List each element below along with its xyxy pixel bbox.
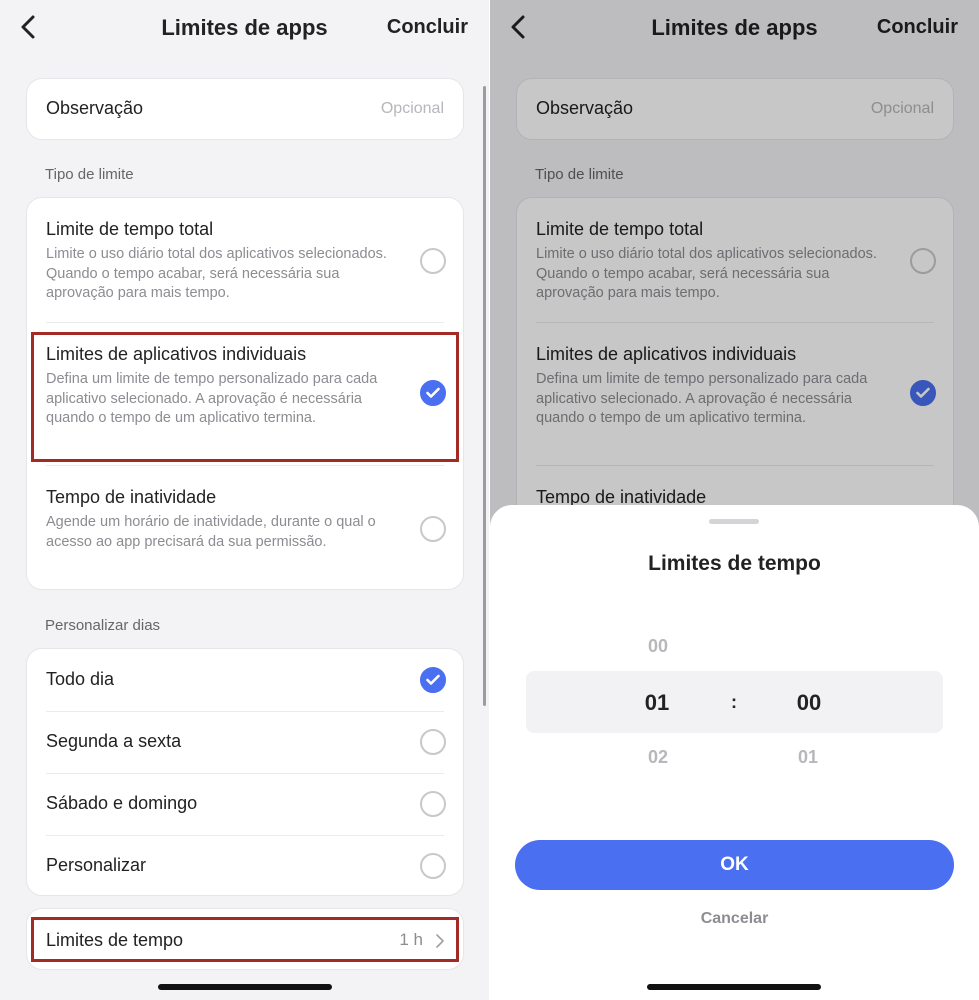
note-label: Observação (46, 98, 144, 118)
option-description: Limite o uso diário total dos aplicativo… (46, 246, 387, 301)
days-card: Todo dia Segunda a sexta Sábado e doming… (26, 648, 464, 896)
day-option-weekend[interactable]: Sábado e domingo (27, 773, 465, 835)
radio-unchecked-icon[interactable] (420, 729, 446, 755)
option-downtime[interactable]: Tempo de inatividade Agende um horário d… (27, 466, 465, 590)
home-indicator (158, 984, 332, 990)
day-label: Todo dia (46, 669, 115, 689)
limit-type-section-label: Tipo de limite (45, 166, 134, 183)
cancel-button[interactable]: Cancelar (490, 910, 979, 928)
radio-checked-icon[interactable] (420, 667, 446, 693)
sheet-title: Limites de tempo (648, 552, 821, 575)
time-limits-sheet: Limites de tempo 00 01 02 : 00 01 OK Can… (490, 505, 979, 1000)
left-screen: Limites de apps Concluir Observação Opci… (0, 0, 489, 1000)
option-title: Limite de tempo total (46, 219, 214, 239)
hour-selected[interactable]: 01 (627, 690, 687, 716)
right-screen: Limites de apps Concluir Observação Opci… (490, 0, 979, 1000)
day-label: Personalizar (46, 855, 147, 875)
time-separator: : (731, 692, 737, 712)
nav-header: Limites de apps Concluir (0, 0, 489, 56)
note-placeholder: Opcional (380, 100, 444, 117)
day-option-every-day[interactable]: Todo dia (27, 649, 465, 711)
ok-button[interactable]: OK (515, 840, 954, 890)
day-label: Sábado e domingo (46, 793, 198, 813)
day-label: Segunda a sexta (46, 731, 182, 751)
radio-unchecked-icon[interactable] (420, 791, 446, 817)
day-option-custom[interactable]: Personalizar (27, 835, 465, 897)
highlight-box (31, 917, 459, 962)
home-indicator (647, 984, 821, 990)
option-title: Tempo de inatividade (46, 487, 217, 507)
hour-above[interactable]: 00 (628, 636, 688, 657)
option-description: Agende um horário de inatividade, durant… (46, 514, 376, 550)
highlight-box (31, 332, 459, 462)
sheet-grabber[interactable] (709, 519, 759, 524)
done-button[interactable]: Concluir (387, 16, 468, 39)
minute-below[interactable]: 01 (778, 747, 838, 768)
days-section-label: Personalizar dias (45, 617, 161, 634)
option-total-time[interactable]: Limite de tempo total Limite o uso diári… (27, 198, 465, 322)
scrollbar[interactable] (483, 86, 486, 706)
minute-selected[interactable]: 00 (779, 690, 839, 716)
radio-unchecked-icon[interactable] (420, 853, 446, 879)
radio-unchecked-icon[interactable] (420, 516, 446, 542)
note-field[interactable]: Observação Opcional (26, 78, 464, 140)
day-option-weekdays[interactable]: Segunda a sexta (27, 711, 465, 773)
hour-below[interactable]: 02 (628, 747, 688, 768)
radio-unchecked-icon[interactable] (420, 248, 446, 274)
